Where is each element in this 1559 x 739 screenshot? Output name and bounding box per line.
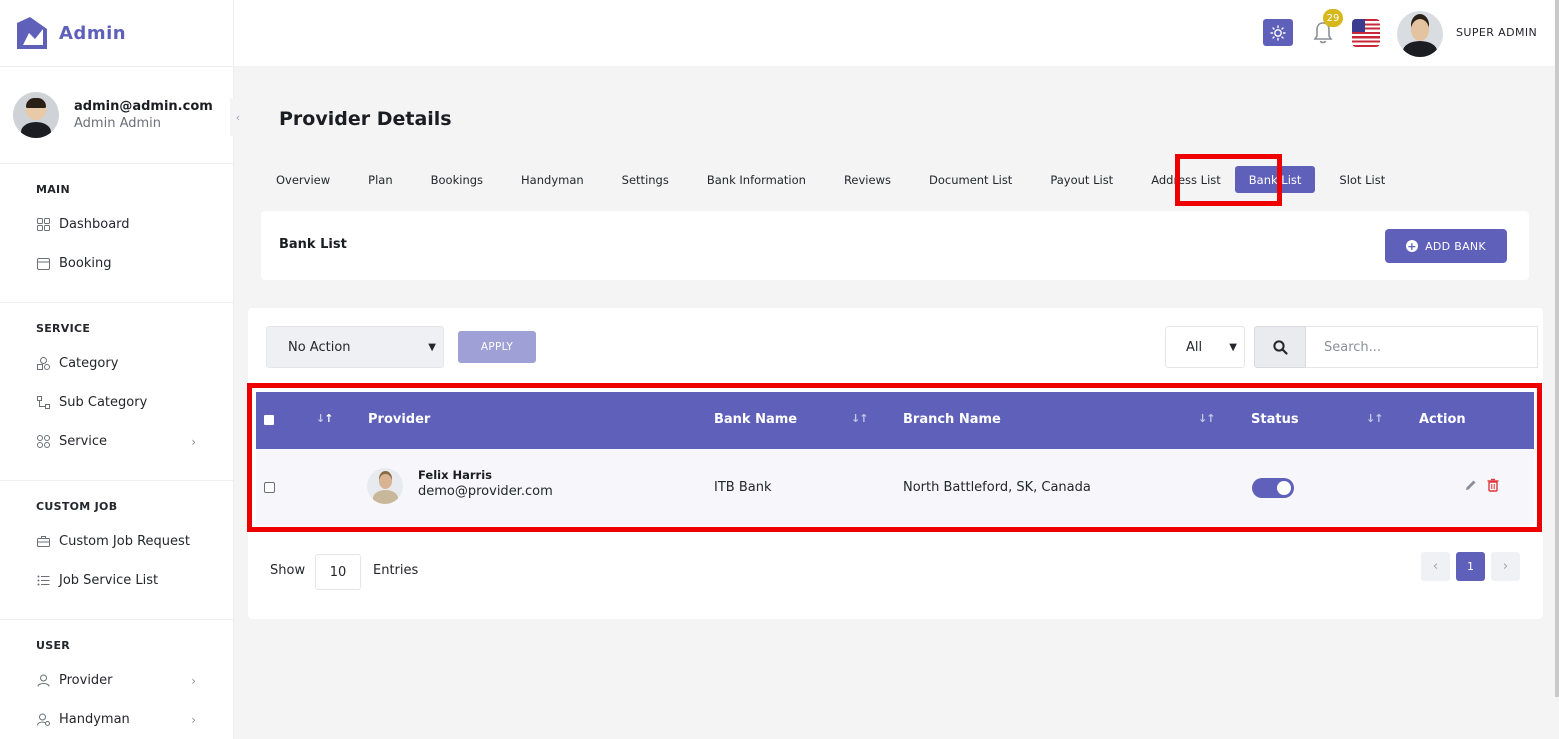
tab-bank-information[interactable]: Bank Information <box>693 166 820 193</box>
nav-heading: USER <box>36 639 71 652</box>
chevron-left-icon: ‹ <box>1432 559 1439 574</box>
sidebar-item-label: Booking <box>59 256 112 271</box>
sidebar-item-label: Dashboard <box>59 217 130 232</box>
user-name: Admin Admin <box>74 116 161 131</box>
sidebar-item-provider[interactable]: Provider › <box>0 661 234 700</box>
sidebar-item-sub-category[interactable]: Sub Category <box>0 383 234 422</box>
sidebar-item-custom-job-request[interactable]: Custom Job Request <box>0 522 234 561</box>
sidebar-item-label: Job Service List <box>59 573 159 588</box>
tab-document-list[interactable]: Document List <box>915 166 1026 193</box>
chevron-right-icon: › <box>191 712 196 727</box>
chevron-right-icon: › <box>1502 559 1509 574</box>
plus-circle-icon: + <box>1406 239 1419 253</box>
nav-section-user: USER Provider › Handyman › <box>0 620 234 739</box>
card-title: Bank List <box>279 237 347 252</box>
shapes-icon <box>36 357 50 371</box>
grid-icon <box>36 435 50 449</box>
brand-logo-icon <box>17 17 47 49</box>
tab-bookings[interactable]: Bookings <box>417 166 497 193</box>
tab-handyman[interactable]: Handyman <box>507 166 598 193</box>
tab-slot-list[interactable]: Slot List <box>1325 166 1399 193</box>
tab-payout-list[interactable]: Payout List <box>1036 166 1127 193</box>
nav-section-main: MAIN Dashboard Booking <box>0 164 234 303</box>
user-icon <box>36 674 50 688</box>
bulk-action-select[interactable]: No Action ▼ <box>266 326 444 368</box>
top-bar: 29 SUPER ADMIN <box>234 0 1559 66</box>
user-card: admin@admin.com Admin Admin <box>0 66 234 164</box>
bulk-action-value: No Action <box>288 339 351 355</box>
tab-settings[interactable]: Settings <box>608 166 683 193</box>
grid-icon <box>36 218 50 232</box>
sidebar-item-label: Category <box>59 356 119 371</box>
tab-reviews[interactable]: Reviews <box>830 166 905 193</box>
show-label: Show <box>270 563 306 578</box>
sidebar-item-label: Sub Category <box>59 395 148 410</box>
chevron-down-icon: ▼ <box>1229 341 1237 353</box>
tab-highlight-box <box>1175 154 1282 206</box>
page-button[interactable]: 1 <box>1456 552 1485 581</box>
nav-section-service: SERVICE Category Sub Category Service › <box>0 303 234 481</box>
tab-overview[interactable]: Overview <box>262 166 344 193</box>
add-bank-button[interactable]: + ADD BANK <box>1385 229 1507 263</box>
brand[interactable]: Admin <box>0 0 233 66</box>
user-avatar[interactable] <box>13 92 59 138</box>
nav-heading: CUSTOM JOB <box>36 500 118 513</box>
scrollbar[interactable] <box>1555 0 1559 697</box>
table-highlight-box <box>247 383 1542 532</box>
calendar-icon <box>36 257 50 271</box>
admin-label[interactable]: SUPER ADMIN <box>1456 26 1537 39</box>
entries-per-page-select[interactable]: 10 <box>315 554 361 590</box>
notification-badge: 29 <box>1323 9 1343 27</box>
nav-heading: MAIN <box>36 183 70 196</box>
nav-section-custom-job: CUSTOM JOB Custom Job Request Job Servic… <box>0 481 234 620</box>
filter-value: All <box>1186 339 1203 355</box>
apply-button[interactable]: APPLY <box>458 331 536 363</box>
sidebar-item-job-service-list[interactable]: Job Service List <box>0 561 234 600</box>
sidebar-item-dashboard[interactable]: Dashboard <box>0 205 234 244</box>
us-flag-icon[interactable] <box>1352 19 1380 47</box>
user-gear-icon <box>36 713 50 727</box>
search-input[interactable]: Search... <box>1306 326 1538 368</box>
user-email: admin@admin.com <box>74 99 213 114</box>
nav-heading: SERVICE <box>36 322 91 335</box>
tab-plan[interactable]: Plan <box>354 166 406 193</box>
bank-list-card: Bank List + ADD BANK <box>261 211 1529 280</box>
search-icon <box>1272 339 1288 355</box>
page-title: Provider Details <box>279 108 452 130</box>
next-page-button[interactable]: › <box>1491 552 1520 581</box>
briefcase-icon <box>36 535 50 549</box>
sun-icon <box>1270 24 1286 41</box>
sidebar-item-category[interactable]: Category <box>0 344 234 383</box>
chevron-right-icon: › <box>191 673 196 688</box>
sidebar-item-label: Handyman <box>59 712 130 727</box>
sidebar-item-label: Service <box>59 434 108 449</box>
sidebar: Admin admin@admin.com Admin Admin MAIN D… <box>0 0 234 739</box>
chevron-left-icon: ‹ <box>235 110 241 124</box>
chevron-down-icon: ▼ <box>428 341 436 353</box>
entries-label: Entries <box>373 563 419 578</box>
brand-name: Admin <box>59 22 127 44</box>
status-filter-select[interactable]: All ▼ <box>1165 326 1245 368</box>
search-button[interactable] <box>1254 326 1306 368</box>
list-icon <box>36 574 50 588</box>
sidebar-item-handyman[interactable]: Handyman › <box>0 700 234 739</box>
theme-toggle-button[interactable] <box>1263 19 1293 46</box>
add-bank-label: ADD BANK <box>1425 239 1486 253</box>
sidebar-item-booking[interactable]: Booking <box>0 244 234 283</box>
sidebar-item-label: Custom Job Request <box>59 534 190 549</box>
previous-page-button[interactable]: ‹ <box>1421 552 1450 581</box>
sidebar-item-label: Provider <box>59 673 113 688</box>
chevron-right-icon: › <box>191 434 196 449</box>
sidebar-item-service[interactable]: Service › <box>0 422 234 461</box>
sidebar-collapse-button[interactable]: ‹ <box>230 98 246 136</box>
admin-avatar[interactable] <box>1397 11 1443 57</box>
branch-icon <box>36 396 50 410</box>
